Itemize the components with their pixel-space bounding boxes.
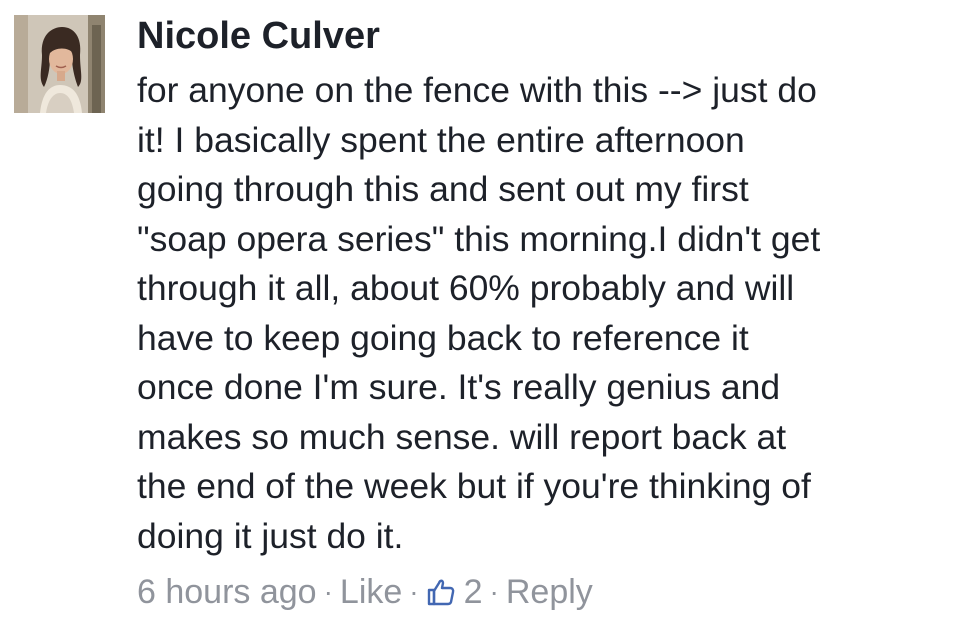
- comment-body-line: it! I basically spent the entire afterno…: [137, 119, 745, 160]
- comment-body-line: doing it just do it.: [137, 515, 404, 556]
- author-name[interactable]: Nicole Culver: [137, 10, 380, 62]
- comment-actions: 6 hours ago · Like · 2 · Reply: [137, 567, 593, 617]
- reply-button[interactable]: Reply: [506, 573, 593, 612]
- avatar[interactable]: [14, 15, 105, 113]
- avatar-photo: [14, 15, 105, 113]
- comment-body-line: once done I'm sure. It's really genius a…: [137, 367, 781, 407]
- comment-body-line: "soap opera series" this morning.I didn'…: [137, 218, 821, 259]
- comment-body-line: makes so much sense. will report back at: [137, 416, 787, 457]
- timestamp-link[interactable]: 6 hours ago: [137, 573, 317, 612]
- comment-body-line: going through this and sent out my first: [137, 169, 749, 209]
- comment-body-line: through it all, about 60% probably and w…: [137, 268, 795, 308]
- thumbs-up-icon[interactable]: [426, 577, 456, 607]
- comment: Nicole Culver for anyone on the fence wi…: [0, 0, 977, 623]
- comment-body-line: have to keep going back to reference it: [137, 317, 749, 358]
- separator-dot: ·: [323, 576, 333, 607]
- like-count[interactable]: 2: [464, 573, 483, 612]
- like-button[interactable]: Like: [340, 573, 402, 612]
- separator-dot: ·: [409, 576, 419, 607]
- comment-body-line: the end of the week but if you're thinki…: [137, 466, 811, 506]
- comment-body-line: for anyone on the fence with this --> ju…: [137, 70, 817, 110]
- separator-dot: ·: [489, 576, 499, 607]
- comment-body: for anyone on the fence with this --> ju…: [137, 66, 972, 561]
